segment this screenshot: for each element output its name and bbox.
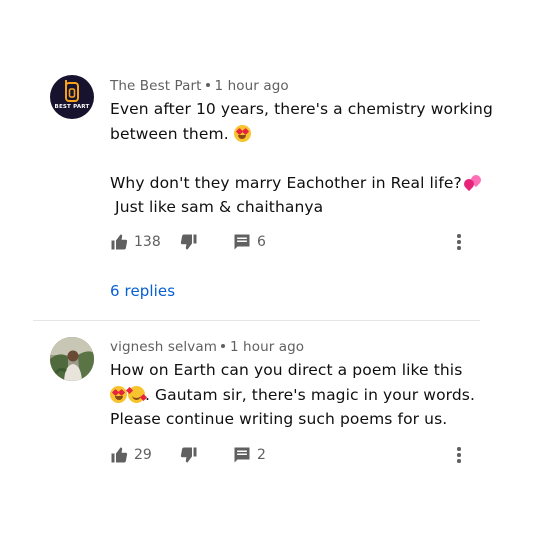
comment-actions: 29 2 [110,443,470,467]
reply-count: 6 [257,234,266,250]
comment-text: Even after 10 years, there's a chemistry… [110,97,493,220]
comment-meta: vignesh selvam 1 hour ago [110,339,304,355]
two-hearts-emoji-icon [461,172,483,191]
best-part-logo-icon [65,80,79,102]
more-options-button[interactable] [455,234,463,252]
like-button[interactable]: 138 [110,230,161,254]
reply-comment-icon [234,447,250,463]
timestamp[interactable]: 1 hour ago [230,339,304,355]
reply-count: 2 [257,447,266,463]
more-options-button[interactable] [455,447,463,465]
separator-dot [220,343,225,348]
like-count: 138 [134,234,161,250]
comment-line: Even after 10 years, there's a chemistry… [110,100,493,118]
smiling-face-with-hearts-emoji-icon [125,385,148,403]
comment-meta: The Best Part 1 hour ago [110,78,289,94]
timestamp[interactable]: 1 hour ago [215,78,289,94]
author-name[interactable]: vignesh selvam [110,339,217,355]
thumbs-up-icon [111,234,128,250]
avatar-vignesh-selvam[interactable] [50,337,94,381]
comment-line: Just like sam & chaithanya [110,198,324,216]
comment-line: Please continue writing such poems for u… [110,410,448,428]
comment-text: How on Earth can you direct a poem like … [110,358,490,432]
thumbs-down-icon [180,234,197,250]
comment-actions: 138 6 [110,230,470,254]
avatar-text: BEST PART [54,104,90,110]
reply-comment-icon [234,234,250,250]
comment-line: . Gautam sir, there's magic in your word… [110,383,490,408]
avatar-best-part[interactable]: BEST PART [50,75,94,119]
comments-page: BEST PART The Best Part 1 hour ago Even a… [0,0,550,550]
comment-line: How on Earth can you direct a poem like … [110,361,463,379]
comment-divider [33,320,480,321]
thumbs-up-icon [111,447,128,463]
like-button[interactable]: 29 [110,443,152,467]
comment-line: Why don't they marry Eachother in Real l… [110,171,490,196]
separator-dot [205,82,210,87]
dislike-button[interactable] [180,443,198,467]
comment-line: between them. [110,122,490,147]
like-count: 29 [134,447,152,463]
view-replies-link[interactable]: 6 replies [110,282,175,300]
heart-eyes-emoji-icon [233,124,251,142]
reply-button[interactable]: 6 [233,230,266,254]
author-name[interactable]: The Best Part [110,78,202,94]
reply-button[interactable]: 2 [233,443,266,467]
dislike-button[interactable] [180,230,198,254]
profile-photo-icon [50,337,94,381]
heart-eyes-emoji-icon [110,385,127,403]
thumbs-down-icon [180,447,197,463]
